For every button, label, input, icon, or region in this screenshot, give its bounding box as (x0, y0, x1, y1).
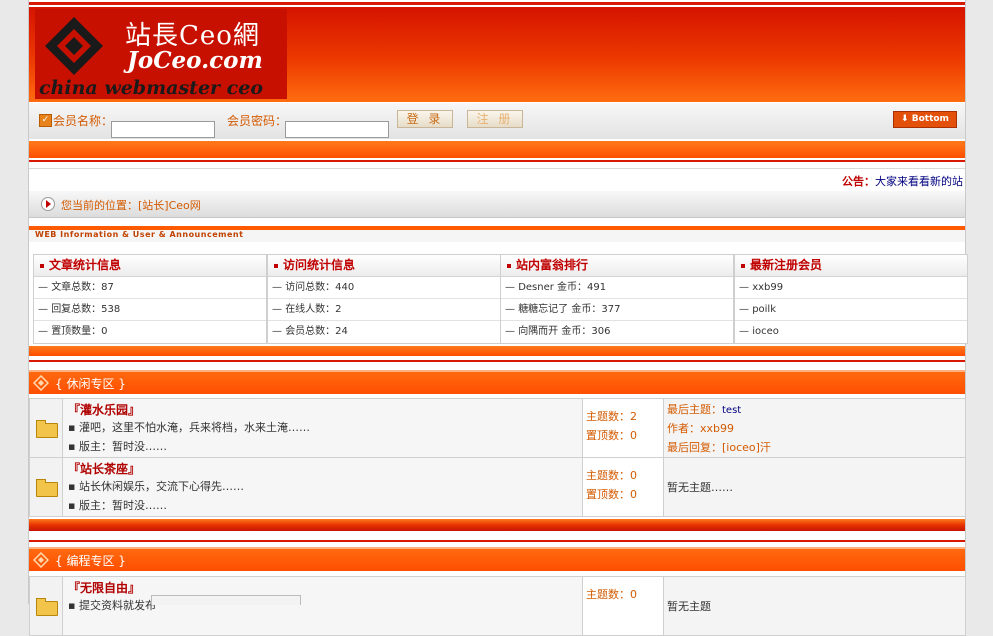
username-label: 会员名称： (53, 114, 114, 128)
top-rule (29, 2, 965, 5)
forum-description: ▪ 灌吧，这里不怕水淹，兵来将档，水来土淹…… (68, 421, 310, 434)
password-label: 会员密码： (227, 114, 288, 128)
panel-row[interactable]: — Desner 金币：491 (501, 277, 733, 299)
last-topic-link[interactable]: test (722, 405, 741, 416)
rich-ranking-panel: 站内富翁排行 — Desner 金币：491 — 糖糖忘记了 金币：377 — … (500, 254, 734, 344)
last-post-cell: 暂无主题 (664, 577, 965, 635)
panel-row: — 会员总数：24 (272, 326, 348, 337)
panel-row[interactable]: — 糖糖忘记了 金币：377 (501, 299, 733, 321)
panel-title: 访问统计信息 (283, 258, 356, 272)
category-header: { 编程专区 } (29, 547, 965, 571)
logo-diamond-icon (45, 17, 103, 75)
section-divider (29, 346, 965, 356)
breadcrumb-text[interactable]: 您当前的位置：[站长]Ceo网 (61, 197, 201, 213)
logo-url-text: JoCeo.com (127, 47, 263, 74)
panel-row: — 访问总数：440 (268, 277, 500, 299)
last-reply-link[interactable]: [ioceo]汗 (722, 441, 771, 454)
forum-row: 『灌水乐园』 ▪ 灌吧，这里不怕水淹，兵来将档，水来土淹…… ▪ 版主：暂时没…… (29, 398, 966, 458)
login-bar: ✓ 会员名称： 会员密码： 登 录 注 册 ⬇ Bottom (29, 103, 965, 139)
stats-section-header: WEB Information & User & Announcement (29, 226, 965, 242)
forum-moderator: ▪ 版主：暂时没…… (68, 499, 167, 512)
forum-row: 『无限自由』 ▪ 提交资料就发布 主题数：0 暂无主题 (29, 576, 966, 636)
article-stats-panel: 文章统计信息 — 文章总数：87 — 回复总数：538 — 置顶数量：0 (33, 254, 267, 344)
bullet-icon (507, 263, 511, 268)
page-container: 站長Ceo網 JoCeo.com china webmaster ceo ✓ 会… (28, 0, 968, 636)
category-diamond-icon (33, 375, 49, 391)
forum-name-link[interactable]: 『无限自由』 (68, 579, 140, 596)
panel-title: 站内富翁排行 (516, 258, 589, 272)
password-input[interactable] (285, 121, 389, 138)
header-banner: 站長Ceo網 JoCeo.com china webmaster ceo (29, 7, 965, 102)
stats-section-title: WEB Information & User & Announcement (35, 230, 244, 239)
category-title[interactable]: { 休闲专区 } (55, 375, 126, 392)
nav-bar (29, 141, 965, 158)
divider (29, 160, 965, 162)
username-check-icon: ✓ (39, 114, 52, 127)
last-post-cell: 最后主题：test 作者：xxb99 最后回复：[ioceo]汗 (664, 399, 965, 457)
no-topics-text: 暂无主题 (667, 600, 711, 613)
divider (29, 360, 965, 362)
pinned-count: 置顶数：0 (586, 429, 637, 442)
panel-row: — 在线人数：2 (268, 299, 500, 321)
no-topics-text: 暂无主题…… (667, 481, 733, 494)
announcement-label: 公告： (842, 175, 875, 188)
divider (29, 540, 965, 542)
panel-row[interactable]: — xxb99 (735, 277, 967, 299)
forum-description: ▪ 站长休闲娱乐，交流下心得先…… (68, 480, 244, 493)
category-diamond-icon (33, 552, 49, 568)
category-title[interactable]: { 编程专区 } (55, 552, 126, 569)
new-members-panel: 最新注册会员 — xxb99 — poilk — ioceo (734, 254, 968, 344)
panel-row[interactable]: — ioceo (735, 321, 967, 342)
category-header: { 休闲专区 } (29, 370, 965, 394)
panel-title: 文章统计信息 (49, 258, 122, 272)
forum-name-link[interactable]: 『站长茶座』 (68, 460, 140, 477)
bullet-icon (741, 263, 745, 268)
folder-icon (36, 598, 58, 616)
author-link[interactable]: xxb99 (700, 422, 734, 435)
forum-moderator: ▪ 版主：暂时没…… (68, 440, 167, 453)
register-button[interactable]: 注 册 (467, 110, 523, 128)
bullet-icon (40, 263, 44, 268)
forum-name-link[interactable]: 『灌水乐园』 (68, 401, 140, 418)
topic-count: 主题数：0 (586, 469, 637, 482)
username-input[interactable] (111, 121, 215, 138)
topic-count: 主题数：2 (586, 410, 637, 423)
topic-count: 主题数：0 (586, 588, 637, 601)
announcement-marquee[interactable]: 大家来看看新的站 (875, 173, 965, 189)
last-post-cell: 暂无主题…… (664, 458, 965, 516)
visit-stats-panel: 访问统计信息 — 访问总数：440 — 在线人数：2 — 会员总数：24 (267, 254, 501, 344)
panel-title: 最新注册会员 (750, 258, 823, 272)
bullet-icon (274, 263, 278, 268)
forum-row: 『站长茶座』 ▪ 站长休闲娱乐，交流下心得先…… ▪ 版主：暂时没…… 主题数：… (29, 457, 966, 517)
arrow-right-icon (41, 197, 55, 211)
panel-row: — 置顶数量：0 (38, 326, 108, 337)
announcement-bar: 公告： 大家来看看新的站 (29, 168, 965, 191)
panel-row[interactable]: — poilk (735, 299, 967, 321)
category-footer-bar (29, 519, 965, 531)
breadcrumb: 您当前的位置：[站长]Ceo网 (29, 191, 965, 218)
panel-row[interactable]: — 向隅而开 金币：306 (501, 321, 733, 342)
panel-row: — 回复总数：538 (34, 299, 266, 321)
login-button[interactable]: 登 录 (397, 110, 453, 128)
bottom-button[interactable]: ⬇ Bottom (893, 111, 957, 128)
site-logo[interactable]: 站長Ceo網 JoCeo.com china webmaster ceo (35, 9, 287, 99)
logo-english-text: china webmaster ceo (39, 77, 264, 99)
folder-icon (36, 420, 58, 438)
folder-icon (36, 479, 58, 497)
pinned-count: 置顶数：0 (586, 488, 637, 501)
forum-description: ▪ 提交资料就发布 (68, 599, 156, 612)
panel-row: — 文章总数：87 (34, 277, 266, 299)
